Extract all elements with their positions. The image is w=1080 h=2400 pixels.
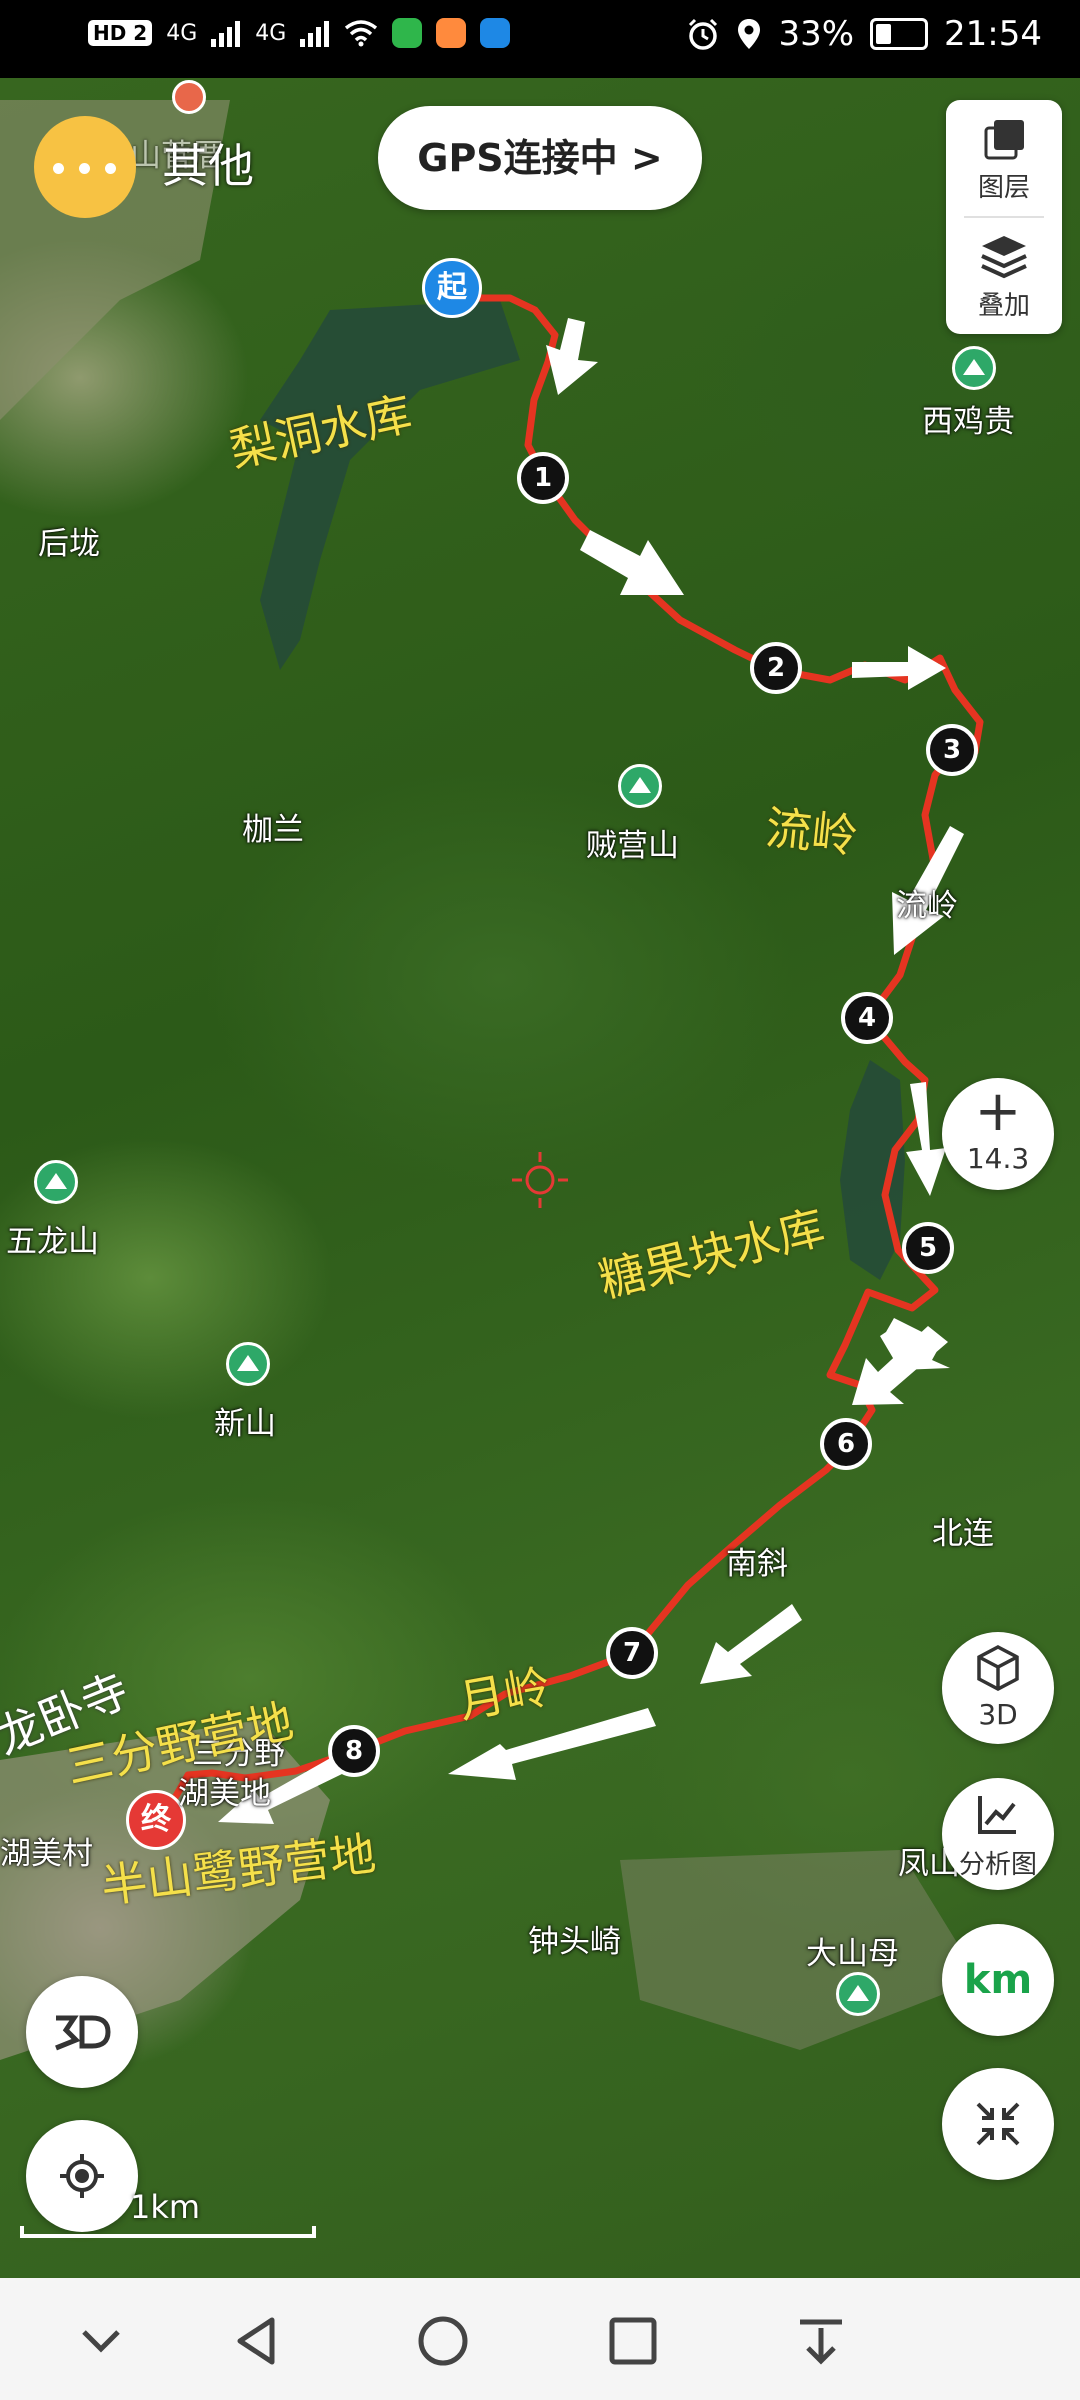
end-label: 终: [141, 1802, 171, 1837]
place-label: 贼营山: [586, 828, 679, 864]
signal-2-label: 4G: [255, 20, 287, 46]
temple-icon[interactable]: [172, 80, 206, 114]
status-left: HD 2 4G 4G: [88, 18, 511, 48]
analysis-button[interactable]: 分析图: [942, 1778, 1054, 1890]
direction-arrow: [852, 646, 946, 690]
collapse-icon: [976, 2102, 1020, 2146]
place-label: 钟头崎: [528, 1924, 621, 1960]
peak-icon[interactable]: [836, 1972, 880, 2016]
layers-label: 图层: [977, 173, 1030, 203]
dot-icon: [105, 163, 116, 174]
signal-2-icon: [300, 21, 330, 47]
status-bar: HD 2 4G 4G 33% 21:54: [0, 0, 1080, 78]
3d-toggle-button[interactable]: [26, 1976, 138, 2088]
battery-percent: 33%: [778, 14, 855, 54]
waypoint-4[interactable]: 4: [841, 992, 893, 1044]
chart-icon: [978, 1796, 1016, 1834]
waypoint-2[interactable]: 2: [750, 642, 802, 694]
notification-pull-icon[interactable]: [786, 2306, 856, 2376]
locate-button[interactable]: [26, 2120, 138, 2232]
place-label: 南斜: [726, 1546, 788, 1582]
chevron-down-icon[interactable]: [66, 2306, 136, 2376]
satellite-map[interactable]: 起 终 1 2 3 4 5 6 7 8 山菅厝 西鸡贵 后垅 枷兰 贼营山 流岭…: [0, 78, 1080, 2278]
app-notification-icon: [392, 18, 423, 48]
signal-1-label: 4G: [166, 20, 198, 46]
signal-1-icon: [211, 21, 241, 47]
place-label: 后垅: [38, 526, 100, 562]
annotation-label: 流岭: [763, 800, 861, 864]
dot-icon: [53, 163, 64, 174]
waypoint-8[interactable]: 8: [328, 1725, 380, 1777]
hd-badge: HD 2: [88, 20, 153, 46]
layers-button[interactable]: 图层: [946, 100, 1062, 216]
peak-icon[interactable]: [34, 1160, 78, 1204]
map-center-crosshair: [512, 1152, 568, 1208]
dot-icon: [79, 163, 90, 174]
recents-icon[interactable]: [598, 2306, 668, 2376]
place-label: 北连: [932, 1516, 994, 1552]
waypoint-3[interactable]: 3: [926, 724, 978, 776]
gps-status-button[interactable]: GPS连接中 >: [378, 106, 702, 210]
layer-panel: 图层 叠加: [946, 100, 1062, 334]
3d-view-button[interactable]: 3D: [942, 1632, 1054, 1744]
direction-arrow: [546, 318, 598, 395]
direction-arrow: [700, 1604, 802, 1684]
unit-label: km: [963, 1957, 1033, 2003]
crosshair-icon: [60, 2154, 104, 2198]
collapse-button[interactable]: [942, 2068, 1054, 2180]
more-button[interactable]: [34, 116, 136, 218]
peak-icon[interactable]: [952, 346, 996, 390]
status-right: 33% 21:54: [686, 14, 1042, 54]
tips-app-icon: [480, 18, 511, 48]
health-app-icon: [436, 18, 467, 48]
location-icon: [738, 19, 761, 49]
place-label: 西鸡贵: [922, 404, 1015, 440]
clock: 21:54: [944, 14, 1042, 54]
waypoint-1[interactable]: 1: [517, 452, 569, 504]
direction-arrow: [906, 1082, 946, 1196]
navigation-bar: [0, 2278, 1080, 2400]
direction-arrow: [580, 530, 684, 595]
place-label: 湖美地: [178, 1776, 271, 1812]
place-label: 枷兰: [242, 812, 304, 848]
alarm-icon: [689, 18, 718, 50]
place-label: 新山: [214, 1406, 276, 1442]
route-start-marker[interactable]: 起: [422, 258, 482, 318]
wifi-icon: [345, 20, 378, 47]
waypoint-6[interactable]: 6: [820, 1418, 872, 1470]
scale-label: 1km: [130, 2188, 201, 2226]
zoom-level: 14.3: [966, 1142, 1030, 1175]
unit-toggle-button[interactable]: km: [942, 1924, 1054, 2036]
scale-bar: [20, 2226, 316, 2238]
analysis-label: 分析图: [958, 1850, 1037, 1880]
place-label: 大山母: [806, 1936, 899, 1972]
zoom-plus-icon: +: [974, 1079, 1022, 1144]
peak-icon[interactable]: [618, 764, 662, 808]
start-label: 起: [437, 270, 467, 305]
zoom-button[interactable]: + 14.3: [942, 1078, 1054, 1190]
waypoint-5[interactable]: 5: [902, 1222, 954, 1274]
place-label: 流岭: [896, 888, 958, 924]
overlay-label: 叠加: [977, 291, 1030, 321]
place-label: 五龙山: [6, 1224, 99, 1260]
waypoint-7[interactable]: 7: [606, 1627, 658, 1679]
cube-icon: [977, 1645, 1019, 1691]
battery-level: [876, 24, 892, 44]
place-label: 湖美村: [0, 1836, 93, 1872]
home-icon[interactable]: [408, 2306, 478, 2376]
peak-icon[interactable]: [226, 1342, 270, 1386]
layers-icon: [984, 120, 1024, 160]
more-label[interactable]: 其他: [162, 130, 254, 196]
3d-label: 3D: [978, 1698, 1018, 1731]
back-icon[interactable]: [222, 2306, 292, 2376]
battery-icon: [870, 18, 929, 50]
overlay-button[interactable]: 叠加: [946, 218, 1062, 334]
3d-icon: [55, 2015, 111, 2051]
stack-icon: [981, 236, 1027, 279]
